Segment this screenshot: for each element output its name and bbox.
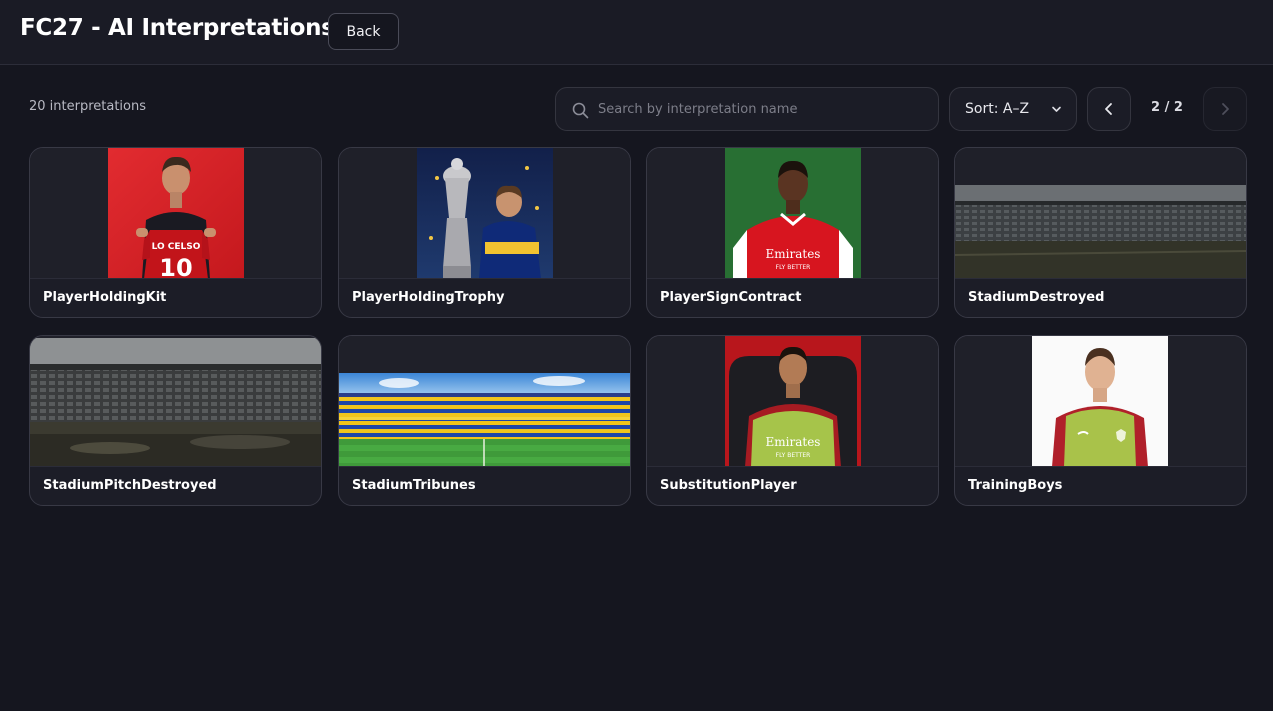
card-label: SubstitutionPlayer	[660, 478, 797, 493]
card-label: StadiumDestroyed	[968, 290, 1105, 305]
stadium-pitch-destroyed-image	[30, 338, 321, 466]
stadium-tribunes-image	[339, 373, 630, 466]
player-holding-trophy-image	[417, 148, 553, 278]
search-box[interactable]	[555, 87, 939, 131]
sponsor-text: Emirates	[766, 247, 821, 261]
previous-page-button[interactable]	[1087, 87, 1131, 131]
sort-label: Sort: A–Z	[965, 101, 1030, 117]
interpretation-card-stadium-destroyed[interactable]: StadiumDestroyed	[954, 147, 1247, 318]
stadium-destroyed-image	[955, 185, 1246, 278]
sort-dropdown[interactable]: Sort: A–Z	[949, 87, 1077, 131]
card-label: TrainingBoys	[968, 478, 1063, 493]
interpretation-card-player-holding-trophy[interactable]: PlayerHoldingTrophy	[338, 147, 631, 318]
search-input[interactable]	[598, 98, 918, 120]
page-indicator: 2 / 2	[1151, 100, 1183, 115]
player-holding-kit-image: LO CELSO 10	[108, 148, 244, 279]
sponsor-text: Emirates	[766, 435, 821, 449]
chevron-right-icon	[1222, 103, 1229, 115]
interpretation-card-training-boys[interactable]: TrainingBoys	[954, 335, 1247, 506]
interpretation-card-substitution-player[interactable]: Emirates FLY BETTER SubstitutionPlayer	[646, 335, 939, 506]
interpretation-card-stadium-tribunes[interactable]: StadiumTribunes	[338, 335, 631, 506]
card-label: StadiumTribunes	[352, 478, 476, 493]
back-button[interactable]: Back	[328, 13, 399, 50]
page-title: FC27 - AI Interpretations	[20, 15, 335, 41]
substitution-player-image: Emirates FLY BETTER	[725, 336, 861, 466]
card-label: PlayerHoldingKit	[43, 290, 167, 305]
chevron-left-icon	[1105, 103, 1112, 115]
sponsor-subtext: FLY BETTER	[776, 264, 811, 271]
top-bar: FC27 - AI Interpretations Back	[0, 0, 1273, 65]
interpretation-card-player-holding-kit[interactable]: LO CELSO 10 PlayerHoldingKit	[29, 147, 322, 318]
kit-number-text: 10	[159, 254, 192, 279]
next-page-button[interactable]	[1203, 87, 1247, 131]
interpretation-card-stadium-pitch-destroyed[interactable]: StadiumPitchDestroyed	[29, 335, 322, 506]
kit-name-text: LO CELSO	[152, 242, 201, 252]
search-icon	[572, 102, 589, 119]
sponsor-subtext: FLY BETTER	[776, 452, 811, 459]
chevron-down-icon	[1052, 106, 1061, 112]
interpretation-card-player-sign-contract[interactable]: Emirates FLY BETTER PlayerSignContract	[646, 147, 939, 318]
card-label: PlayerHoldingTrophy	[352, 290, 505, 305]
interpretation-count: 20 interpretations	[29, 99, 147, 114]
player-sign-contract-image: Emirates FLY BETTER	[725, 148, 861, 278]
training-boys-image	[1032, 336, 1168, 466]
card-label: PlayerSignContract	[660, 290, 802, 305]
card-label: StadiumPitchDestroyed	[43, 478, 217, 493]
